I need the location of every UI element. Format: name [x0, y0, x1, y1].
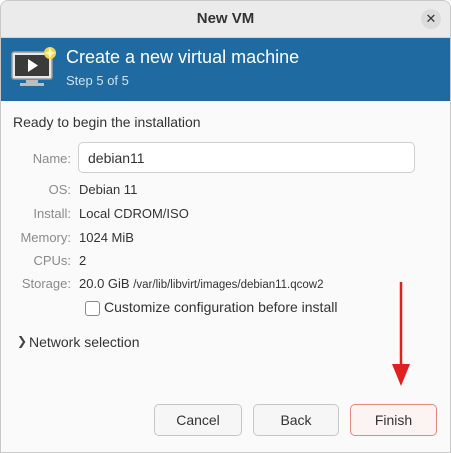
summary-panel: Ready to begin the installation Name: OS…	[1, 102, 450, 452]
memory-label: Memory:	[20, 230, 71, 245]
storage-path: /var/lib/libvirt/images/debian11.qcow2	[133, 279, 324, 291]
new-vm-dialog: New VM ✕ Create a new virtual machine St…	[0, 0, 451, 453]
header-banner: Create a new virtual machine Step 5 of 5	[1, 38, 450, 101]
network-selection-expander[interactable]: Network selection	[29, 334, 140, 350]
customize-checkbox-label[interactable]: Customize configuration before install	[104, 299, 337, 315]
customize-checkbox[interactable]	[85, 301, 100, 316]
install-value: Local CDROM/ISO	[79, 206, 189, 221]
chevron-right-icon[interactable]: ❯	[17, 334, 27, 348]
banner-title: Create a new virtual machine	[66, 47, 300, 67]
install-label: Install:	[33, 206, 71, 221]
os-value: Debian 11	[79, 182, 138, 197]
memory-value: 1024 MiB	[79, 230, 134, 245]
cancel-button[interactable]: Cancel	[154, 404, 242, 436]
close-button[interactable]: ✕	[421, 9, 441, 29]
back-button[interactable]: Back	[253, 404, 339, 436]
step-indicator: Step 5 of 5	[66, 73, 129, 88]
name-label: Name:	[32, 151, 71, 166]
section-heading: Ready to begin the installation	[13, 114, 201, 130]
storage-value: 20.0 GiB /var/lib/libvirt/images/debian1…	[79, 276, 324, 291]
window-title: New VM	[196, 10, 255, 27]
os-label: OS:	[48, 182, 71, 197]
storage-size: 20.0 GiB	[79, 276, 130, 291]
finish-button[interactable]: Finish	[350, 404, 437, 436]
storage-label: Storage:	[21, 276, 71, 291]
cpus-value: 2	[79, 253, 87, 268]
titlebar: New VM ✕	[1, 1, 450, 38]
vm-monitor-icon	[11, 47, 56, 86]
vm-name-input[interactable]	[78, 142, 415, 173]
annotation-arrow-icon	[392, 282, 410, 386]
cpus-label: CPUs:	[33, 253, 71, 268]
